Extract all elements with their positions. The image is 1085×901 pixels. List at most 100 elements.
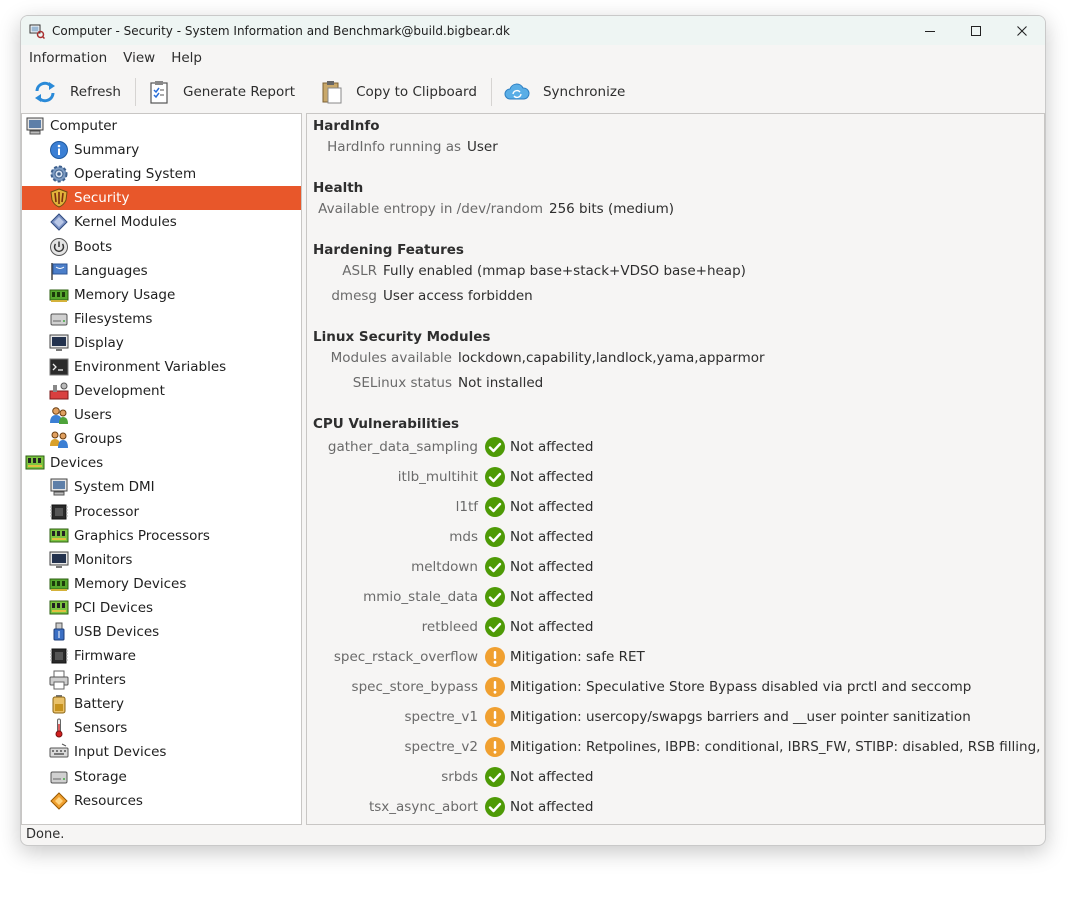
sidebar-item-operating-system[interactable]: Operating System	[22, 162, 301, 186]
sidebar-item-processor[interactable]: Processor	[22, 500, 301, 524]
checkmark-icon	[485, 527, 505, 547]
sidebar-item-firmware[interactable]: Firmware	[22, 644, 301, 668]
info-value: Mitigation: Retpolines, IBPB: conditiona…	[510, 739, 1044, 755]
clipboard-icon	[322, 80, 342, 103]
refresh-label: Refresh	[70, 83, 121, 100]
usb-icon	[53, 622, 65, 641]
copy-clipboard-button[interactable]: Copy to Clipboard	[309, 71, 491, 112]
sidebar-item-monitors[interactable]: Monitors	[22, 548, 301, 572]
info-row: Modules available lockdown,capability,lan…	[317, 347, 765, 369]
info-key: tsx_async_abort	[368, 799, 478, 815]
minimize-button[interactable]	[907, 16, 953, 45]
sidebar-item-memory-devices[interactable]: Memory Devices	[22, 572, 301, 596]
sidebar-tree[interactable]: Computer Summary Operating System Security K…	[21, 113, 302, 825]
info-value: 256 bits (medium)	[549, 201, 675, 217]
sidebar-category-devices[interactable]: Devices	[22, 451, 301, 475]
shield-icon	[50, 188, 68, 208]
sidebar-item-graphics-processors[interactable]: Graphics Processors	[22, 524, 301, 548]
gear-icon	[50, 165, 68, 183]
info-value: Mitigation: Speculative Store Bypass dis…	[510, 679, 972, 695]
groups-icon	[50, 431, 68, 449]
info-row: gather_data_sampling Not affected	[317, 436, 593, 458]
info-row: spec_store_bypass Mitigation: Speculative…	[317, 676, 971, 698]
sidebar-item-label: PCI Devices	[74, 599, 154, 616]
maximize-button[interactable]	[953, 16, 999, 45]
battery-icon	[52, 695, 66, 714]
sidebar-item-label: Groups	[74, 431, 123, 448]
info-value: Not affected	[510, 589, 594, 605]
info-key: mds	[449, 529, 478, 545]
info-key: meltdown	[411, 559, 478, 575]
sidebar-item-label: Summary	[74, 142, 140, 159]
checkmark-icon	[485, 437, 505, 457]
sidebar-item-printers[interactable]: Printers	[22, 668, 301, 692]
sidebar-item-filesystems[interactable]: Filesystems	[22, 307, 301, 331]
sidebar-item-memory-usage[interactable]: Memory Usage	[22, 283, 301, 307]
info-key: dmesg	[331, 288, 377, 304]
sidebar-item-boots[interactable]: Boots	[22, 234, 301, 258]
sidebar-item-label: Memory Usage	[74, 286, 176, 303]
info-key: ASLR	[342, 263, 377, 279]
info-row: SELinux status Not installed	[317, 372, 543, 394]
info-key: itlb_multihit	[397, 469, 478, 485]
memory-icon	[49, 578, 69, 591]
sidebar-item-environment-variables[interactable]: Environment Variables	[22, 355, 301, 379]
sidebar-item-system-dmi[interactable]: System DMI	[22, 475, 301, 499]
info-row: spec_rstack_overflow Mitigation: safe RET	[317, 646, 645, 668]
warning-icon	[485, 737, 505, 757]
info-key: mmio_stale_data	[363, 589, 478, 605]
sidebar-item-input-devices[interactable]: Input Devices	[22, 740, 301, 764]
close-button[interactable]	[999, 16, 1045, 45]
sidebar-item-resources[interactable]: Resources	[22, 789, 301, 813]
sidebar-item-label: Environment Variables	[74, 358, 227, 375]
info-value: Not affected	[510, 529, 594, 545]
minimize-icon	[925, 30, 935, 32]
power-icon	[50, 237, 68, 256]
sidebar-item-groups[interactable]: Groups	[22, 427, 301, 451]
info-icon	[50, 141, 68, 160]
sidebar-item-label: Resources	[74, 792, 143, 809]
warning-icon	[485, 647, 505, 667]
sidebar-item-display[interactable]: Display	[22, 331, 301, 355]
sidebar-item-development[interactable]: Development	[22, 379, 301, 403]
sidebar-item-usb-devices[interactable]: USB Devices	[22, 620, 301, 644]
title-bar[interactable]: Computer - Security - System Information…	[21, 16, 1045, 45]
refresh-button[interactable]: Refresh	[21, 71, 135, 112]
sidebar-item-battery[interactable]: Battery	[22, 692, 301, 716]
menu-help[interactable]: Help	[163, 50, 210, 66]
sidebar-item-users[interactable]: Users	[22, 403, 301, 427]
module-icon	[50, 213, 68, 232]
info-value: Not installed	[458, 375, 544, 391]
info-key: Available entropy in /dev/random	[318, 201, 543, 217]
checkmark-icon	[485, 467, 505, 487]
sidebar-item-security[interactable]: Security	[22, 186, 301, 211]
computer-icon	[50, 478, 68, 496]
info-key: spec_rstack_overflow	[333, 649, 478, 665]
menu-bar: Information View Help	[21, 45, 1045, 71]
info-key: spectre_v2	[404, 739, 478, 755]
sidebar-item-label: Firmware	[74, 648, 136, 665]
development-icon	[49, 382, 69, 400]
generate-report-label: Generate Report	[182, 83, 296, 100]
sidebar-item-sensors[interactable]: Sensors	[22, 716, 301, 740]
sidebar-item-storage[interactable]: Storage	[22, 765, 301, 789]
sidebar-item-kernel-modules[interactable]: Kernel Modules	[22, 210, 301, 234]
sidebar-item-summary[interactable]: Summary	[22, 138, 301, 162]
menu-view[interactable]: View	[115, 50, 163, 66]
info-row: tsx_async_abort Not affected	[317, 796, 593, 818]
menu-information[interactable]: Information	[21, 50, 115, 66]
report-icon	[150, 80, 168, 104]
sidebar-category-computer[interactable]: Computer	[22, 114, 301, 138]
copy-clipboard-label: Copy to Clipboard	[356, 83, 477, 100]
info-row: mmio_stale_data Not affected	[317, 586, 593, 608]
synchronize-button[interactable]: Synchronize	[492, 71, 639, 112]
sidebar-item-languages[interactable]: Languages	[22, 259, 301, 283]
info-value: Not affected	[510, 769, 594, 785]
generate-report-button[interactable]: Generate Report	[136, 71, 309, 112]
sidebar-item-label: Languages	[74, 262, 148, 279]
info-key: retbleed	[421, 619, 478, 635]
info-row: mds Not affected	[317, 526, 593, 548]
sidebar-item-pci-devices[interactable]: PCI Devices	[22, 596, 301, 620]
window-controls	[907, 16, 1045, 45]
chip-icon	[50, 504, 68, 520]
